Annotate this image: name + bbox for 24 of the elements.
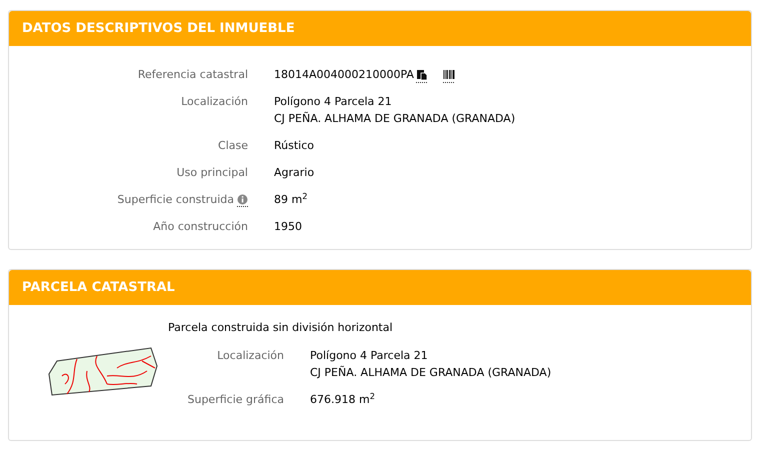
- field-value: CJ PEÑA. ALHAMA DE GRANADA (GRANADA): [310, 365, 552, 382]
- field-label: Superficie gráfica: [188, 392, 284, 408]
- field-label: Localización: [181, 94, 248, 110]
- panel-title: DATOS DESCRIPTIVOS DEL INMUEBLE: [22, 20, 295, 38]
- field-value: Polígono 4 Parcela 21: [310, 348, 428, 364]
- parcel-note: Parcela construida sin división horizontal: [168, 320, 394, 336]
- field-value: 676.918 m$^{2}$: [310, 392, 375, 408]
- field-value: Polígono 4 Parcela 21: [274, 94, 392, 110]
- field-label: Localización: [217, 348, 284, 364]
- info-icon[interactable]: [237, 194, 248, 207]
- field-label: Año construcción: [153, 219, 248, 236]
- field-value: Agrario: [274, 165, 314, 182]
- barcode-icon[interactable]: [442, 68, 455, 82]
- field-label: Referencia catastral: [138, 67, 248, 84]
- copy-icon[interactable]: [416, 68, 428, 82]
- field-value: CJ PEÑA. ALHAMA DE GRANADA (GRANADA): [274, 111, 516, 128]
- field-value: Rústico: [274, 138, 314, 154]
- field-value: 89 m$^{2}$: [274, 192, 308, 208]
- field-label: Uso principal: [176, 165, 248, 182]
- field-label: Superficie construida: [117, 192, 234, 208]
- field-label: Clase: [218, 138, 248, 154]
- field-value: 18014A004000210000PA: [274, 67, 414, 84]
- panel-title: PARCELA CATASTRAL: [22, 278, 175, 297]
- field-value: 1950: [274, 219, 302, 236]
